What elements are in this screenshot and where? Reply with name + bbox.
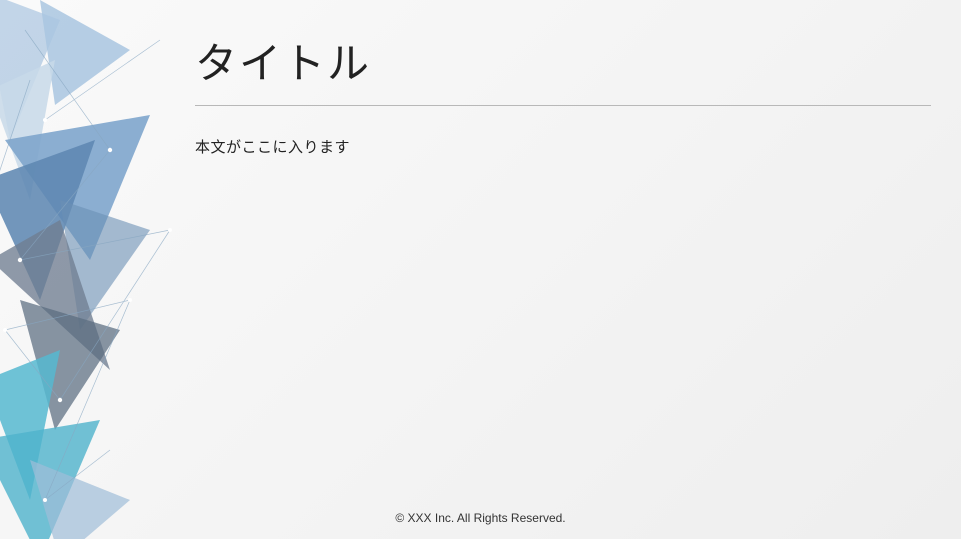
decorative-triangles-icon — [0, 0, 190, 539]
slide-footer: © XXX Inc. All Rights Reserved. — [0, 511, 961, 525]
content-area: タイトル 本文がここに入ります — [195, 30, 931, 157]
slide-title: タイトル — [195, 30, 931, 105]
slide: タイトル 本文がここに入ります © XXX Inc. All Rights Re… — [0, 0, 961, 539]
slide-body: 本文がここに入ります — [195, 136, 931, 157]
title-divider — [195, 105, 931, 106]
